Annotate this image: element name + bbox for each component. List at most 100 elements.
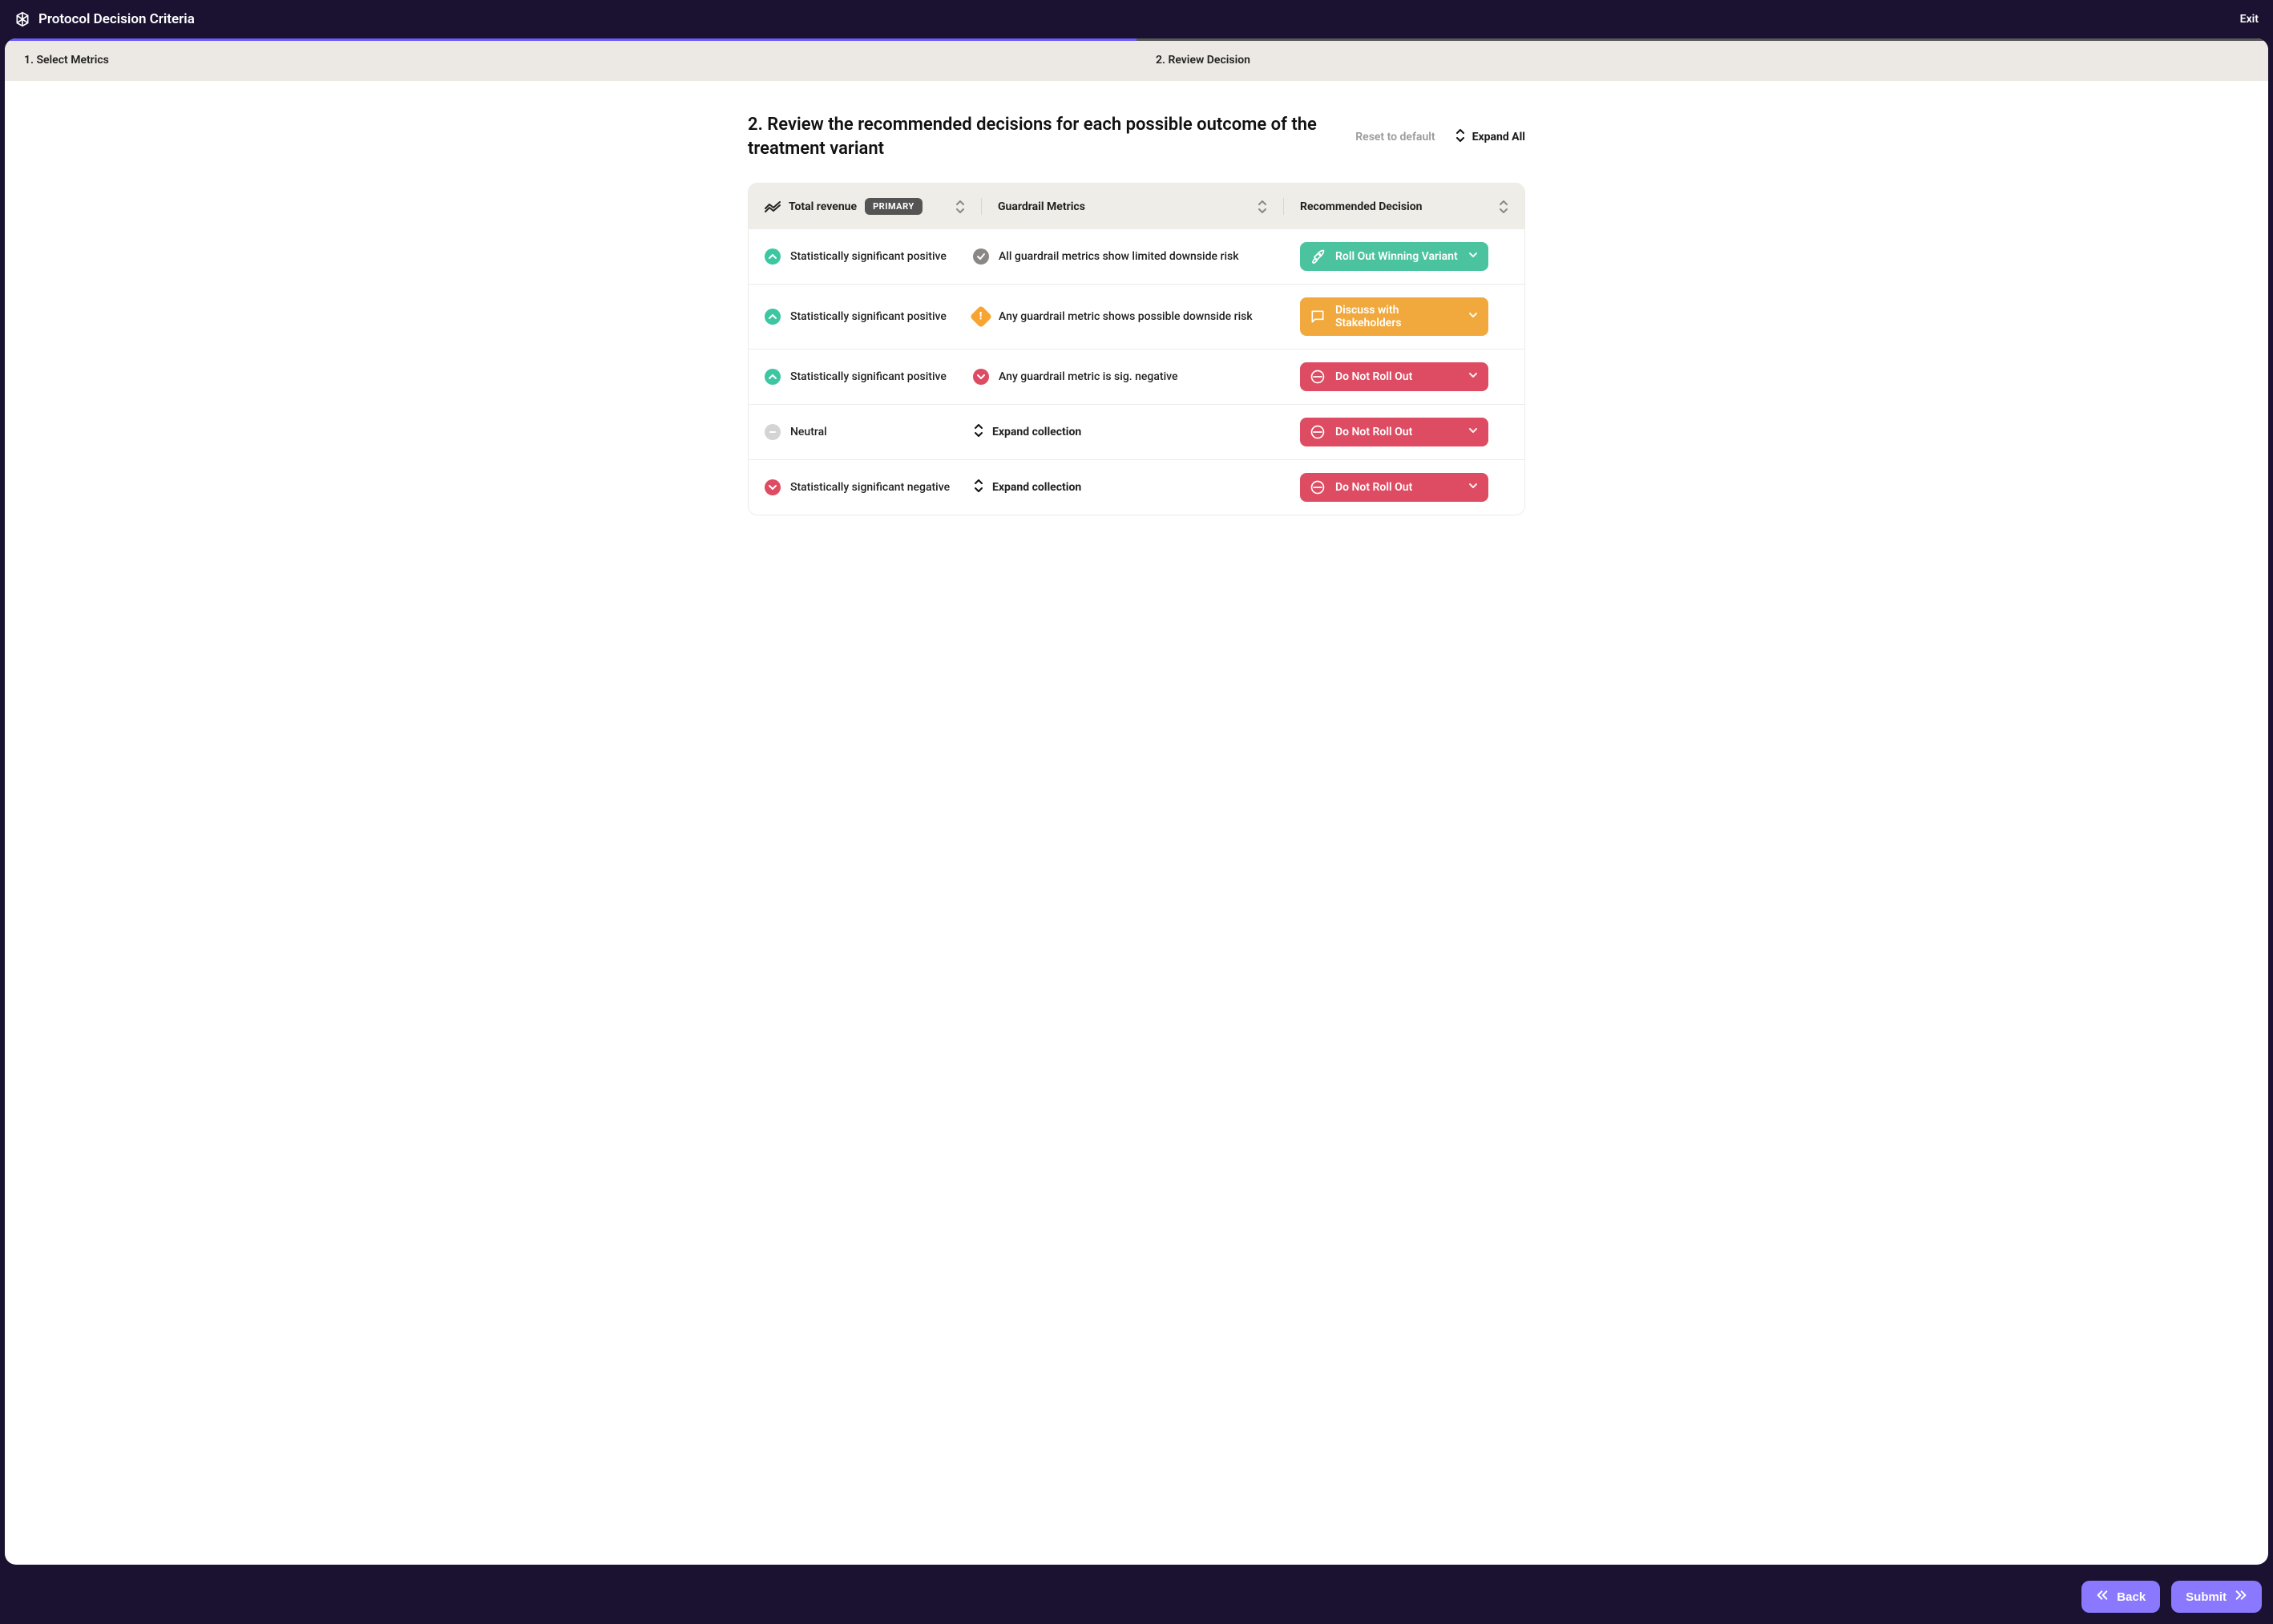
guardrail-cell-content: ! Any guardrail metric shows possible do… bbox=[973, 309, 1253, 325]
discuss-select[interactable]: Discuss with Stakeholders bbox=[1300, 297, 1488, 336]
guardrail-cell-content: All guardrail metrics show limited downs… bbox=[973, 248, 1239, 265]
guardrail-cell: All guardrail metrics show limited downs… bbox=[973, 248, 1292, 265]
guardrail-cell: Any guardrail metric is sig. negative bbox=[973, 369, 1292, 385]
app-title: Protocol Decision Criteria bbox=[38, 11, 195, 27]
minus-icon bbox=[765, 424, 781, 440]
expand-collapse-icon bbox=[973, 479, 984, 496]
decision-label: Do Not Roll Out bbox=[1335, 426, 1412, 438]
step-1-tab[interactable]: 1. Select Metrics bbox=[5, 38, 1136, 81]
table-row: Neutral Expand collection Do Not Roll Ou… bbox=[749, 404, 1524, 459]
exit-button[interactable]: Exit bbox=[2240, 13, 2259, 26]
back-button-label: Back bbox=[2117, 1590, 2146, 1604]
primary-badge: PRIMARY bbox=[865, 198, 923, 215]
decision-label: Discuss with Stakeholders bbox=[1335, 304, 1458, 329]
main-card: 1. Select Metrics 2. Review Decision 2. … bbox=[5, 38, 2268, 1565]
rocket-icon bbox=[1310, 248, 1326, 265]
prohibit-icon bbox=[1310, 369, 1326, 385]
step-tabs: 1. Select Metrics 2. Review Decision bbox=[5, 38, 2268, 81]
footer-bar: Back Submit bbox=[0, 1569, 2273, 1624]
arrow-down-icon bbox=[765, 479, 781, 495]
logo-icon bbox=[14, 11, 30, 27]
primary-status-text: Statistically significant positive bbox=[790, 370, 947, 383]
prohibit-icon bbox=[1310, 424, 1326, 440]
guardrail-text: Any guardrail metric is sig. negative bbox=[999, 370, 1178, 383]
primary-metric-name: Total revenue bbox=[789, 200, 857, 213]
topbar-left: Protocol Decision Criteria bbox=[14, 11, 195, 27]
back-button[interactable]: Back bbox=[2081, 1581, 2160, 1613]
expand-collapse-icon bbox=[1455, 128, 1466, 146]
guardrail-header-label: Guardrail Metrics bbox=[998, 200, 1085, 213]
arrow-down-circle-icon bbox=[973, 369, 989, 385]
chevron-down-icon bbox=[1468, 309, 1479, 324]
table-row: Statistically significant positive ! Any… bbox=[749, 284, 1524, 349]
arrow-up-icon bbox=[765, 309, 781, 325]
guardrail-cell: Expand collection bbox=[973, 423, 1292, 441]
col-decision: Recommended Decision bbox=[1300, 200, 1508, 213]
guardrail-text[interactable]: Expand collection bbox=[992, 481, 1081, 494]
chevron-right-double-icon bbox=[2235, 1589, 2247, 1605]
sort-guardrail-icon[interactable] bbox=[1258, 200, 1267, 213]
guardrail-cell: Expand collection bbox=[973, 479, 1292, 496]
guardrail-cell-content: Any guardrail metric is sig. negative bbox=[973, 369, 1178, 385]
reset-to-default-button[interactable]: Reset to default bbox=[1355, 131, 1435, 143]
chevron-down-icon bbox=[1468, 480, 1479, 495]
comment-icon bbox=[1310, 309, 1326, 325]
expand-collection-button[interactable]: Expand collection bbox=[973, 423, 1081, 441]
guardrail-text[interactable]: Expand collection bbox=[992, 426, 1081, 438]
decision-label: Do Not Roll Out bbox=[1335, 481, 1412, 494]
chevron-down-icon bbox=[1468, 249, 1479, 264]
step-2-tab[interactable]: 2. Review Decision bbox=[1136, 38, 2268, 81]
table-row: Statistically significant positive All g… bbox=[749, 229, 1524, 284]
page-heading: 2. Review the recommended decisions for … bbox=[748, 113, 1336, 160]
prohibit-icon bbox=[1310, 479, 1326, 495]
submit-button[interactable]: Submit bbox=[2171, 1581, 2262, 1613]
primary-status-text: Statistically significant positive bbox=[790, 310, 947, 323]
decision-label: Do Not Roll Out bbox=[1335, 370, 1412, 383]
primary-cell: Statistically significant negative bbox=[765, 479, 965, 495]
content-area: 2. Review the recommended decisions for … bbox=[5, 81, 2268, 1565]
decision-cell: Do Not Roll Out bbox=[1300, 418, 1508, 446]
chevron-down-icon bbox=[1468, 370, 1479, 384]
chart-line-icon bbox=[765, 201, 781, 212]
divider bbox=[981, 198, 982, 215]
expand-all-label: Expand All bbox=[1472, 131, 1525, 143]
do-not-roll-out-select[interactable]: Do Not Roll Out bbox=[1300, 418, 1488, 446]
primary-status-text: Neutral bbox=[790, 426, 827, 438]
decision-cell: Discuss with Stakeholders bbox=[1300, 297, 1508, 336]
chevron-left-double-icon bbox=[2096, 1589, 2109, 1605]
table-row: Statistically significant negative Expan… bbox=[749, 459, 1524, 515]
col-guardrail: Guardrail Metrics bbox=[998, 200, 1267, 213]
submit-button-label: Submit bbox=[2186, 1590, 2227, 1604]
decision-header-label: Recommended Decision bbox=[1300, 200, 1423, 213]
warning-diamond-icon: ! bbox=[970, 305, 992, 328]
arrow-up-icon bbox=[765, 369, 781, 385]
sort-decision-icon[interactable] bbox=[1499, 200, 1508, 213]
sort-primary-icon[interactable] bbox=[955, 200, 965, 213]
table-row: Statistically significant positive Any g… bbox=[749, 349, 1524, 404]
primary-status-text: Statistically significant negative bbox=[790, 481, 950, 494]
primary-cell: Statistically significant positive bbox=[765, 248, 965, 265]
chevron-down-icon bbox=[1468, 425, 1479, 439]
roll-out-select[interactable]: Roll Out Winning Variant bbox=[1300, 242, 1488, 271]
decision-cell: Do Not Roll Out bbox=[1300, 362, 1508, 391]
decision-table-header: Total revenue PRIMARY Guardrail Metrics bbox=[749, 184, 1524, 229]
arrow-up-icon bbox=[765, 248, 781, 265]
guardrail-text: All guardrail metrics show limited downs… bbox=[999, 250, 1239, 263]
content-header: 2. Review the recommended decisions for … bbox=[748, 113, 1525, 160]
expand-all-button[interactable]: Expand All bbox=[1455, 128, 1525, 146]
decision-table: Total revenue PRIMARY Guardrail Metrics bbox=[748, 183, 1525, 515]
primary-cell: Neutral bbox=[765, 424, 965, 440]
guardrail-text: Any guardrail metric shows possible down… bbox=[999, 310, 1253, 323]
divider bbox=[1283, 198, 1284, 215]
do-not-roll-out-select[interactable]: Do Not Roll Out bbox=[1300, 362, 1488, 391]
do-not-roll-out-select[interactable]: Do Not Roll Out bbox=[1300, 473, 1488, 502]
primary-cell: Statistically significant positive bbox=[765, 309, 965, 325]
decision-cell: Do Not Roll Out bbox=[1300, 473, 1508, 502]
decision-label: Roll Out Winning Variant bbox=[1335, 250, 1458, 263]
decision-cell: Roll Out Winning Variant bbox=[1300, 242, 1508, 271]
guardrail-cell: ! Any guardrail metric shows possible do… bbox=[973, 309, 1292, 325]
expand-collapse-icon bbox=[973, 423, 984, 441]
col-primary-metric: Total revenue PRIMARY bbox=[765, 198, 965, 215]
expand-collection-button[interactable]: Expand collection bbox=[973, 479, 1081, 496]
check-circle-icon bbox=[973, 248, 989, 265]
